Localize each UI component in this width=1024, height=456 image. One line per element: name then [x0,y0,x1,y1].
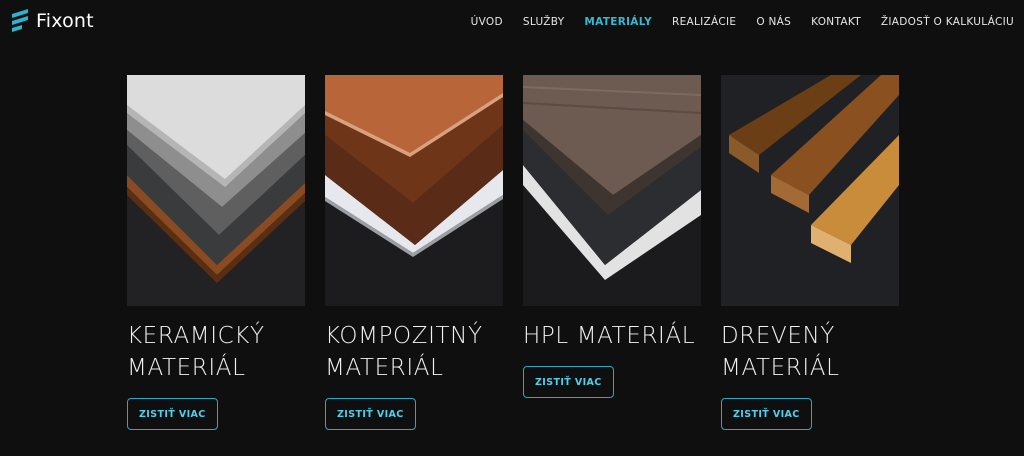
nav-item-uvod[interactable]: ÚVOD [471,16,503,28]
material-card-wood: DREVENÝ MATERIÁL ZISTIŤ VIAC [721,75,899,430]
nav-item-materialy[interactable]: MATERIÁLY [584,16,652,28]
material-title: DREVENÝ MATERIÁL [721,323,840,381]
material-card-hpl: HPL MATERIÁL ZISTIŤ VIAC [523,75,701,398]
material-card-ceramic: KERAMICKÝ MATERIÁL ZISTIŤ VIAC [127,75,305,430]
logo-icon [12,9,28,32]
composite-material-image[interactable] [325,75,503,306]
material-title: KERAMICKÝ MATERIÁL [127,323,265,381]
logo[interactable]: Fixont [10,9,94,33]
learn-more-button[interactable]: ZISTIŤ VIAC [523,366,614,398]
nav-item-sluzby[interactable]: SLUŽBY [523,16,565,28]
learn-more-button[interactable]: ZISTIŤ VIAC [721,398,812,430]
brand-name: Fixont [36,10,94,32]
main-nav: ÚVOD SLUŽBY MATERIÁLY REALIZÁCIE O NÁS K… [471,16,1014,28]
learn-more-button[interactable]: ZISTIŤ VIAC [127,398,218,430]
ceramic-material-image[interactable] [127,75,305,306]
hpl-material-image[interactable] [523,75,701,306]
wood-material-image[interactable] [721,75,899,306]
nav-item-o-nas[interactable]: O NÁS [756,16,791,28]
nav-item-realizacie[interactable]: REALIZÁCIE [672,16,736,28]
material-title: HPL MATERIÁL [523,323,696,349]
material-card-composite: KOMPOZITNÝ MATERIÁL ZISTIŤ VIAC [325,75,503,430]
nav-item-kontakt[interactable]: KONTAKT [811,16,861,28]
nav-item-kalkulacia[interactable]: ŽIADOSŤ O KALKULÁCIU [881,16,1014,28]
material-title: KOMPOZITNÝ MATERIÁL [325,323,483,381]
learn-more-button[interactable]: ZISTIŤ VIAC [325,398,416,430]
